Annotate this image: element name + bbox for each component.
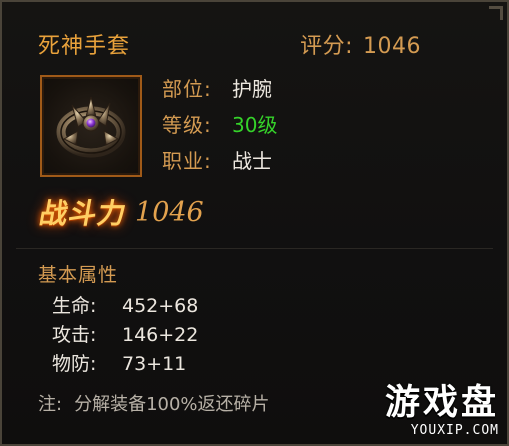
site-watermark: 游戏盘 YOUXIP.COM [385,383,499,438]
level-value: 30级 [232,113,278,137]
item-note: 注: 分解装备100%返还碎片 [38,390,270,416]
item-icon-frame[interactable] [40,75,142,177]
watermark-url: YOUXIP.COM [410,423,499,438]
item-tooltip-panel: 死神手套 评分: 1046 部位: 护腕 等级: 30级 职业: 战士 战斗力 … [0,0,509,446]
section-divider [16,248,493,249]
item-name: 死神手套 [38,34,131,59]
level-label: 等级: [162,113,212,137]
attribute-row-attack: 攻击: 146+22 [52,321,198,350]
slot-label: 部位: [162,77,212,101]
info-row-level: 等级: 30级 [162,107,277,143]
attribute-name: 生命: [52,295,97,317]
attribute-row-defense: 物防: 73+11 [52,350,198,379]
note-text: 分解装备100%返还碎片 [74,394,270,415]
item-info: 部位: 护腕 等级: 30级 职业: 战士 [162,71,277,179]
class-value: 战士 [232,149,272,173]
info-row-slot: 部位: 护腕 [162,71,277,107]
attribute-value: 73+11 [122,353,187,375]
gauntlet-ring-icon [56,96,126,158]
attribute-name: 攻击: [52,324,97,346]
attribute-name: 物防: [52,353,97,375]
watermark-logo-text: 游戏盘 [384,383,499,423]
item-score: 评分: 1046 [300,28,421,60]
attribute-value: 146+22 [122,324,199,346]
attributes-list: 生命: 452+68 攻击: 146+22 物防: 73+11 [52,292,198,379]
panel-corner-ornament [489,6,503,20]
score-label: 评分: [300,34,353,59]
slot-value: 护腕 [232,77,272,101]
note-prefix: 注: [38,394,63,415]
combat-power: 战斗力 1046 [37,192,204,232]
class-label: 职业: [162,149,212,173]
combat-power-value: 1046 [135,196,204,228]
score-value: 1046 [363,34,421,59]
info-row-class: 职业: 战士 [162,143,277,179]
combat-power-label: 战斗力 [36,197,130,230]
attributes-title: 基本属性 [38,264,119,286]
attribute-row-hp: 生命: 452+68 [52,292,198,321]
attribute-value: 452+68 [122,295,199,317]
